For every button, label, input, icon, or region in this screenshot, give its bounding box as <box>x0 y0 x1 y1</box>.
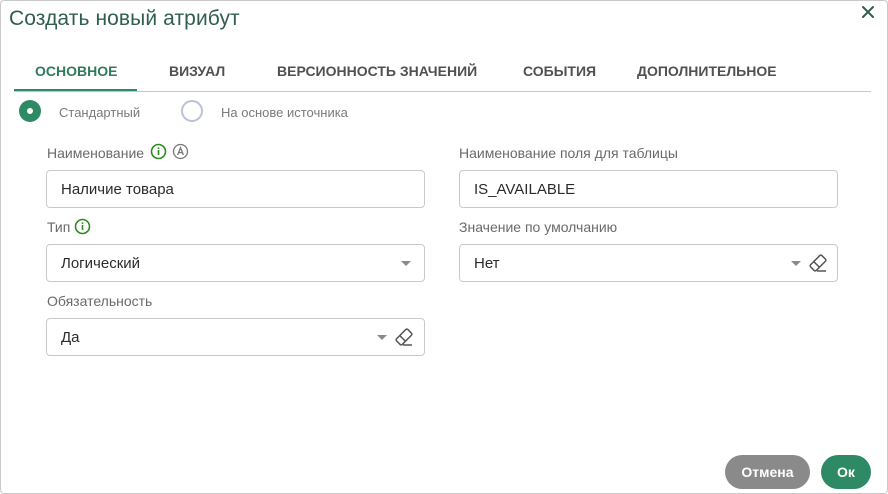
type-label: Тип <box>47 219 71 235</box>
type-select[interactable]: Логический <box>46 244 425 282</box>
tab-bar: ОСНОВНОЕ ВИЗУАЛ ВЕРСИОННОСТЬ ЗНАЧЕНИЙ СО… <box>14 53 871 92</box>
name-value: Наличие товара <box>61 181 174 198</box>
radio-source-based-label[interactable]: На основе источника <box>221 105 348 120</box>
default-value-label: Значение по умолчанию <box>459 219 618 235</box>
chevron-down-icon[interactable] <box>377 335 387 340</box>
default-value-select[interactable]: Нет <box>459 244 838 282</box>
radio-standard-label[interactable]: Стандартный <box>59 105 140 120</box>
tab-visual[interactable]: ВИЗУАЛ <box>169 63 225 79</box>
close-icon[interactable] <box>859 3 877 21</box>
chevron-down-icon[interactable] <box>791 261 801 266</box>
table-field-input[interactable]: IS_AVAILABLE <box>459 170 838 208</box>
active-tab-indicator <box>14 89 137 91</box>
name-label: Наименование <box>47 145 145 161</box>
required-select[interactable]: Да <box>46 318 425 356</box>
radio-standard[interactable] <box>19 100 41 122</box>
tab-events[interactable]: СОБЫТИЯ <box>523 63 596 79</box>
tab-value-versioning[interactable]: ВЕРСИОННОСТЬ ЗНАЧЕНИЙ <box>277 63 477 79</box>
clear-eraser-icon[interactable] <box>394 327 414 347</box>
cancel-button[interactable]: Отмена <box>725 455 810 489</box>
clear-eraser-icon[interactable] <box>808 253 828 273</box>
tab-main[interactable]: ОСНОВНОЕ <box>35 63 117 79</box>
table-field-value: IS_AVAILABLE <box>474 181 576 198</box>
auto-translate-icon[interactable] <box>172 143 189 160</box>
ok-button[interactable]: Ок <box>821 455 871 489</box>
info-icon[interactable] <box>150 143 167 160</box>
table-field-label: Наименование поля для таблицы <box>459 145 678 161</box>
default-value-value: Нет <box>474 255 500 272</box>
chevron-down-icon[interactable] <box>401 261 411 266</box>
tab-additional[interactable]: ДОПОЛНИТЕЛЬНОЕ <box>637 63 777 79</box>
name-input[interactable]: Наличие товара <box>46 170 425 208</box>
create-attribute-dialog: Создать новый атрибут ОСНОВНОЕ ВИЗУАЛ ВЕ… <box>0 0 888 494</box>
dialog-title: Создать новый атрибут <box>9 7 240 30</box>
required-value: Да <box>61 329 80 346</box>
radio-source-based[interactable] <box>181 100 203 122</box>
required-label: Обязательность <box>47 293 153 309</box>
info-icon[interactable] <box>74 218 91 235</box>
type-value: Логический <box>61 255 141 272</box>
